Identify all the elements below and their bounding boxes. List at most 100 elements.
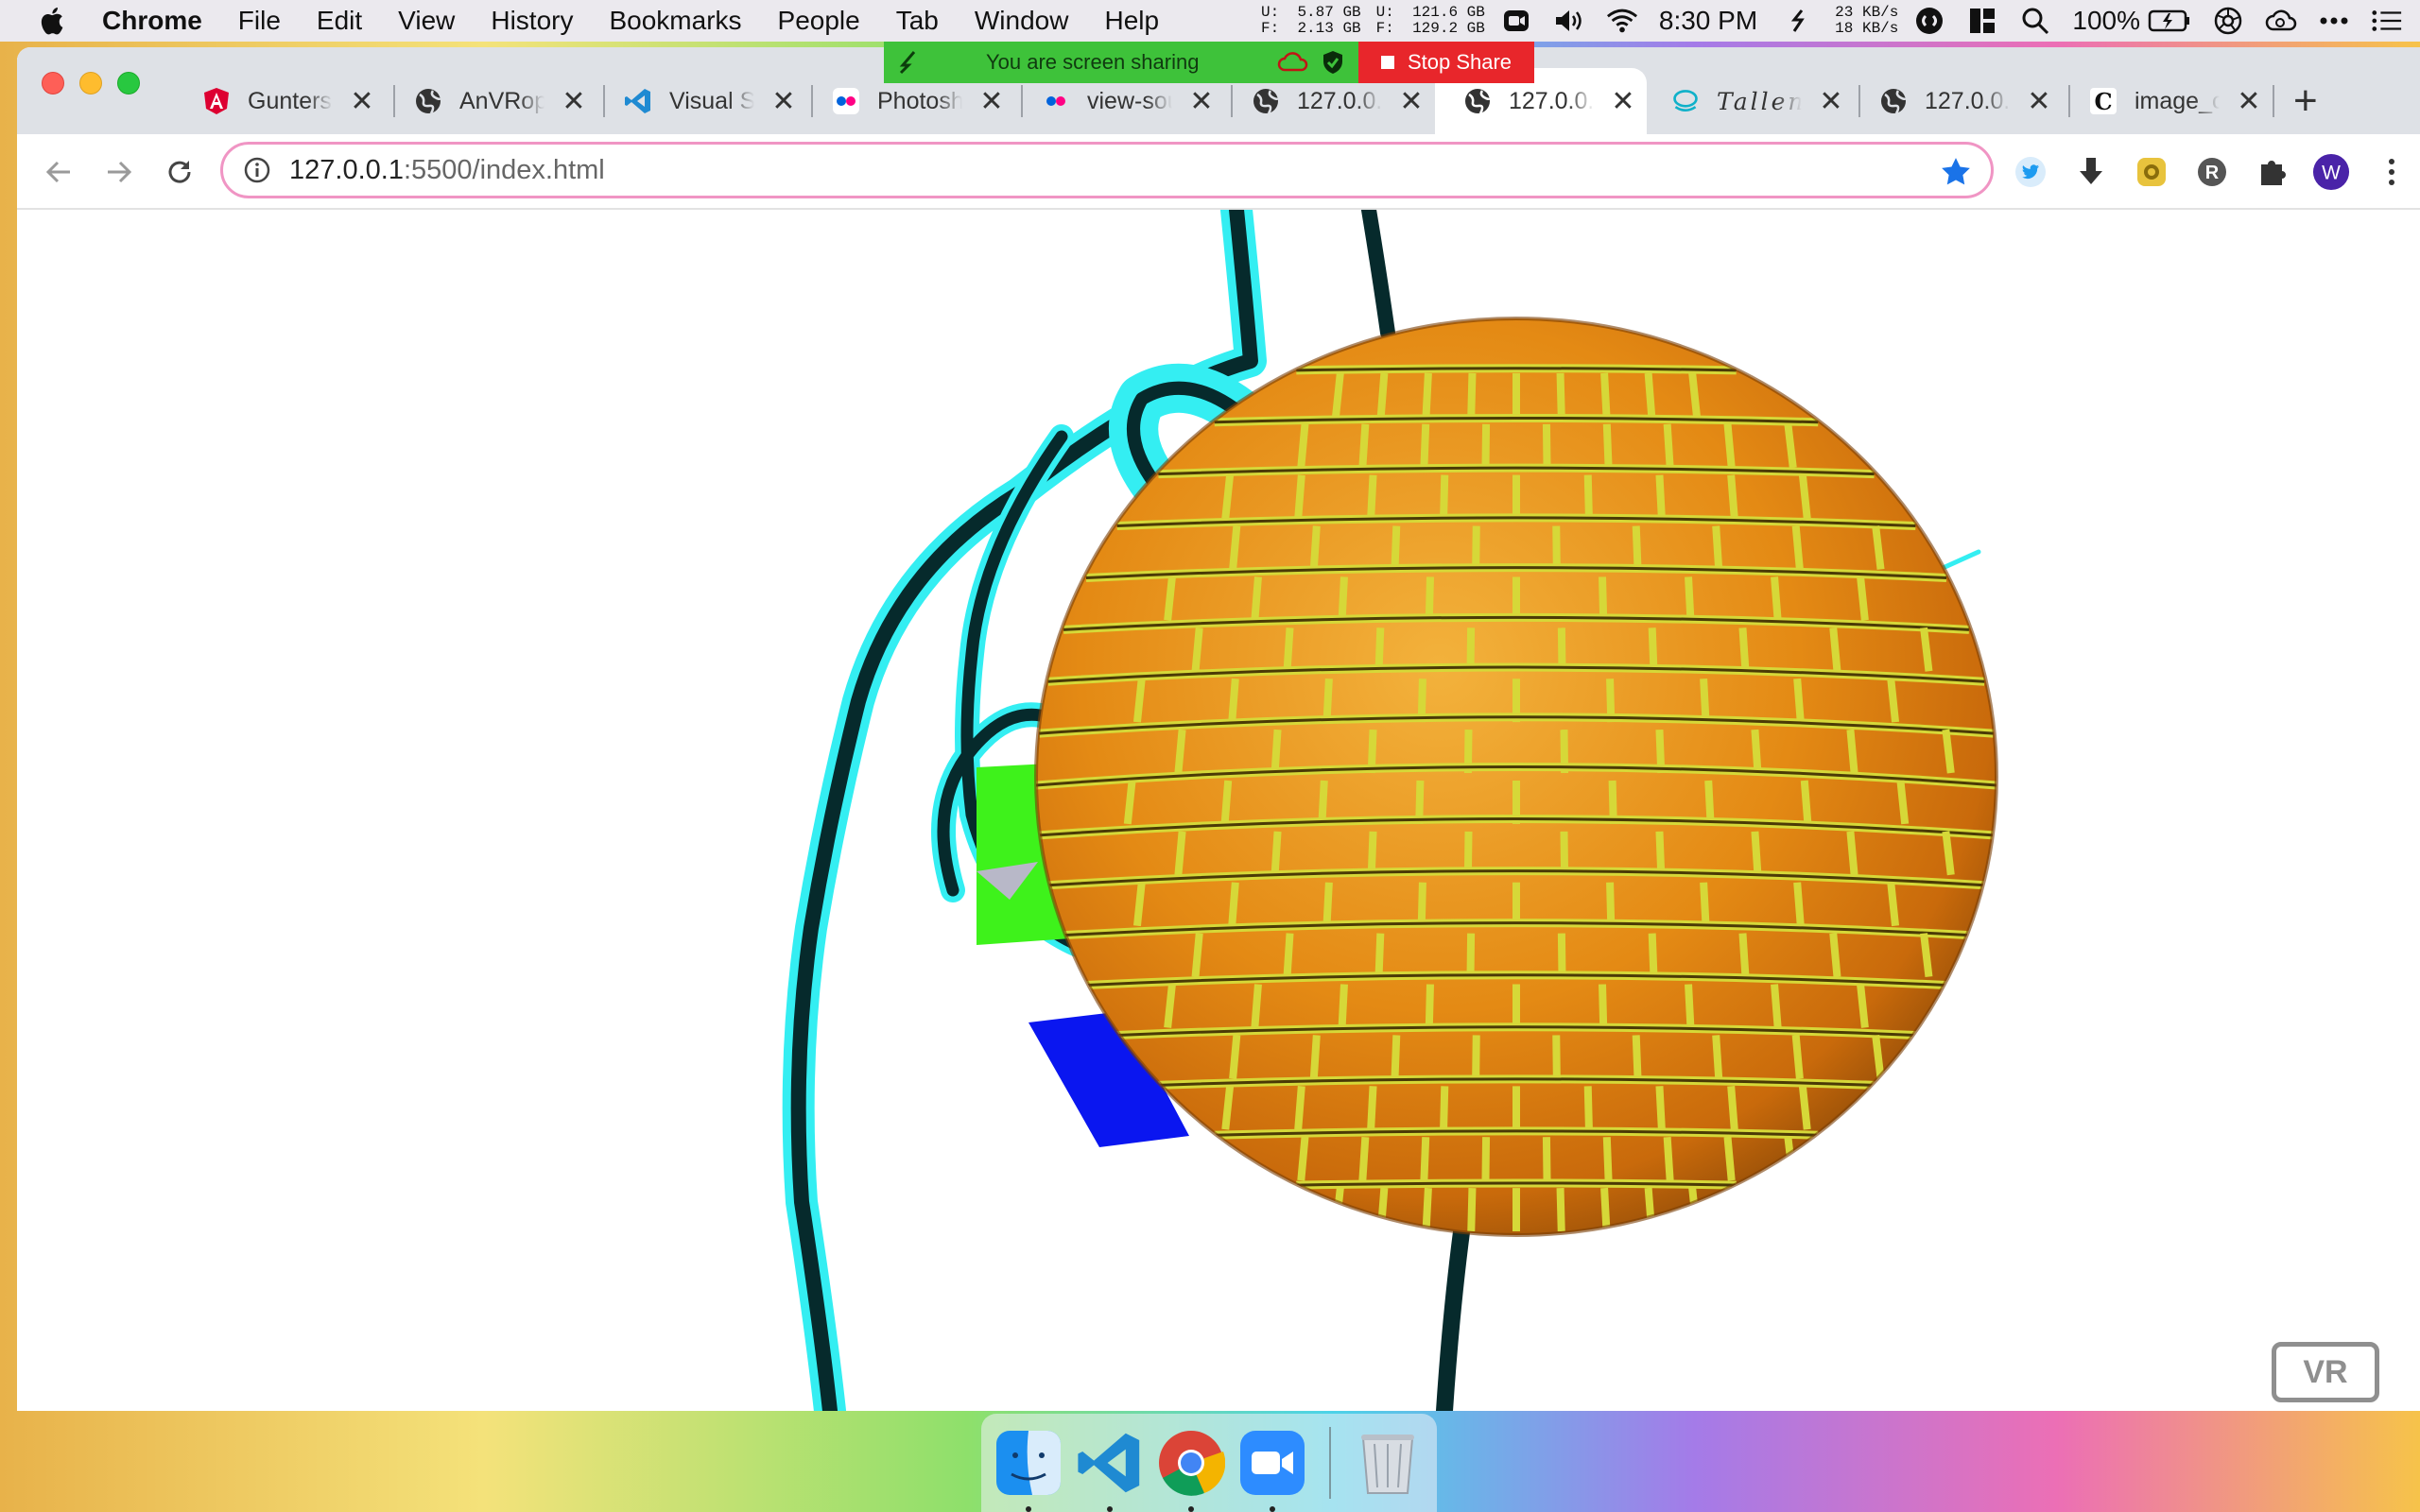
tab-tallent[interactable]: Tallent ✕ — [1652, 68, 1845, 134]
creative-cloud-icon[interactable] — [2265, 5, 2297, 37]
forward-button[interactable] — [98, 151, 140, 193]
memory-stat[interactable]: U: 5.87 GB F: 2.13 GB — [1261, 5, 1361, 37]
close-tab-icon[interactable]: ✕ — [1817, 85, 1845, 118]
menu-people[interactable]: People — [778, 6, 860, 36]
zoom-status-icon[interactable] — [1500, 5, 1532, 37]
battery-percent[interactable]: 100% — [2072, 6, 2140, 36]
mortar-joint — [1367, 474, 1377, 519]
sync-icon[interactable] — [1782, 5, 1814, 37]
sharing-status-text: You are screen sharing — [986, 50, 1200, 74]
menu-tab[interactable]: Tab — [896, 6, 939, 36]
menu-history[interactable]: History — [491, 6, 573, 36]
bookmark-star-icon[interactable] — [1940, 156, 1972, 188]
download-extension-icon[interactable] — [2072, 153, 2110, 191]
profile-avatar[interactable]: W — [2312, 153, 2350, 191]
maximize-window-button[interactable] — [117, 72, 140, 94]
angular-icon — [202, 87, 231, 115]
mortar-joint — [1221, 474, 1235, 519]
twitter-extension-icon[interactable] — [2012, 153, 2049, 191]
close-tab-icon[interactable]: ✕ — [1397, 85, 1426, 118]
extensions-puzzle-icon[interactable] — [2254, 153, 2291, 191]
tab-anvrope[interactable]: AnVRope ✕ — [395, 68, 588, 134]
close-window-button[interactable] — [42, 72, 64, 94]
app-menu-chrome[interactable]: Chrome — [102, 6, 202, 36]
wifi-icon[interactable] — [1606, 5, 1638, 37]
close-tab-icon[interactable]: ✕ — [769, 85, 798, 118]
mortar-joint — [1896, 780, 1910, 825]
info-icon[interactable] — [244, 157, 270, 183]
mortar-joint — [1472, 1035, 1480, 1079]
honey-extension-icon[interactable] — [2133, 153, 2170, 191]
tab-visual-studio[interactable]: Visual Studio ✕ — [605, 68, 798, 134]
globe-icon — [1463, 87, 1492, 115]
close-tab-icon[interactable]: ✕ — [348, 85, 376, 118]
menu-view[interactable]: View — [398, 6, 455, 36]
mortar-joint — [1481, 423, 1491, 468]
layout-icon[interactable] — [1966, 5, 1998, 37]
chrome-icon[interactable] — [1155, 1427, 1227, 1512]
mortar-joint — [1358, 1136, 1370, 1181]
menu-file[interactable]: File — [238, 6, 281, 36]
menu-edit[interactable]: Edit — [317, 6, 362, 36]
mortar-joint — [1583, 474, 1593, 519]
close-tab-icon[interactable]: ✕ — [977, 85, 1006, 118]
network-stat[interactable]: 23 KB/s 18 KB/s — [1835, 5, 1898, 37]
tab-label: AnVRope — [459, 87, 544, 114]
vscode-icon[interactable] — [1074, 1427, 1146, 1512]
mortar-joint — [1723, 423, 1736, 469]
volume-icon[interactable] — [1553, 5, 1585, 37]
notification-center-icon[interactable] — [2371, 5, 2403, 37]
mortar-joint — [1552, 1035, 1561, 1079]
tab-image-c[interactable]: C image_c ✕ — [2070, 68, 2263, 134]
svg-text:R: R — [2205, 163, 2220, 183]
mortar-joint — [1872, 525, 1885, 570]
mortar-joint — [1174, 729, 1186, 774]
mortar-joint — [1663, 423, 1674, 468]
menu-bookmarks[interactable]: Bookmarks — [609, 6, 741, 36]
minimize-window-button[interactable] — [79, 72, 102, 94]
stop-share-button[interactable]: Stop Share — [1358, 42, 1534, 83]
mortar-joint — [1221, 1085, 1235, 1130]
aperture-icon[interactable] — [2212, 5, 2244, 37]
mortar-joint — [1602, 1137, 1613, 1181]
more-icon[interactable] — [2318, 5, 2350, 37]
apple-icon[interactable] — [36, 4, 70, 38]
tab-localhost-2[interactable]: 127.0.0.1 ✕ — [1860, 68, 2053, 134]
mortar-joint — [1425, 984, 1434, 1028]
close-tab-icon[interactable]: ✕ — [1187, 85, 1216, 118]
close-tab-icon[interactable]: ✕ — [2235, 85, 2263, 118]
new-tab-button[interactable]: + — [2293, 77, 2318, 125]
finder-icon[interactable] — [993, 1427, 1064, 1512]
trash-icon[interactable] — [1352, 1427, 1424, 1499]
menu-window[interactable]: Window — [975, 6, 1069, 36]
enter-vr-button[interactable]: VR — [2272, 1342, 2379, 1402]
mortar-joint — [1309, 1035, 1321, 1079]
back-button[interactable] — [38, 151, 79, 193]
mortar-joint — [1751, 729, 1762, 774]
mortar-joint — [1374, 933, 1385, 977]
battery-icon[interactable] — [2148, 5, 2191, 37]
search-icon[interactable] — [2019, 5, 2051, 37]
clock[interactable]: 8:30 PM — [1659, 6, 1757, 36]
close-tab-icon[interactable]: ✕ — [2025, 85, 2053, 118]
menu-help[interactable]: Help — [1104, 6, 1159, 36]
close-tab-icon[interactable]: ✕ — [1609, 85, 1637, 118]
address-bar[interactable]: 127.0.0.1:5500/index.html — [220, 142, 1994, 198]
sharing-status[interactable]: You are screen sharing — [884, 42, 1358, 83]
mortar-joint — [1440, 474, 1449, 519]
reload-button[interactable] — [159, 151, 200, 193]
mortar-joint — [1556, 1188, 1565, 1232]
webvr-scene-canvas[interactable]: VR — [17, 210, 2420, 1411]
close-tab-icon[interactable]: ✕ — [560, 85, 588, 118]
chrome-menu-icon[interactable] — [2373, 153, 2411, 191]
tab-gunters[interactable]: Gunters ✕ — [183, 68, 376, 134]
stop-icon — [1380, 56, 1394, 69]
zoom-icon[interactable] — [1236, 1427, 1308, 1512]
mortar-joint — [1644, 372, 1656, 418]
disk-stat[interactable]: U: 121.6 GB F: 129.2 GB — [1376, 5, 1485, 37]
mortar-joint — [1466, 933, 1476, 977]
shazam-icon[interactable] — [1913, 5, 1945, 37]
r-extension-icon[interactable]: R — [2193, 153, 2231, 191]
arrow-right-icon — [108, 161, 132, 183]
mortar-joint — [1920, 933, 1933, 978]
